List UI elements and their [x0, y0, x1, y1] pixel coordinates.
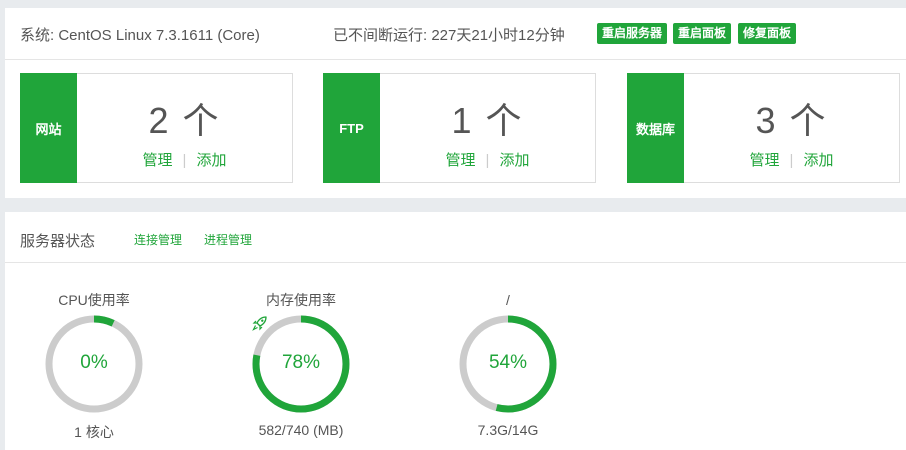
memory-gauge-ring[interactable]: 78%: [251, 314, 351, 414]
database-manage-link[interactable]: 管理: [750, 152, 780, 169]
overview-panel: 系统: CentOS Linux 7.3.1611 (Core) 已不间断运行:…: [5, 8, 906, 198]
process-manage-link[interactable]: 进程管理: [204, 231, 252, 248]
memory-usage-value: 78%: [281, 352, 321, 373]
database-count: 3 个: [755, 100, 828, 141]
cpu-usage-value: 0%: [80, 352, 108, 373]
disk-gauge: / 54% 7.3G/14G: [443, 291, 573, 438]
website-count: 2 个: [148, 100, 221, 141]
memory-gauge-title: 内存使用率: [266, 292, 336, 308]
repair-panel-button[interactable]: 修复面板: [738, 23, 797, 44]
disk-gauge-title: /: [506, 292, 510, 308]
card-tag-website: 网站: [20, 73, 77, 183]
uptime-label: 已不间断运行: 227天21小时12分钟: [333, 27, 565, 44]
database-add-link[interactable]: 添加: [803, 152, 833, 169]
ftp-card: FTP 1 个 管理 | 添加: [323, 73, 596, 183]
ftp-count: 1 个: [451, 100, 524, 141]
link-separator: |: [182, 152, 187, 169]
disk-usage-value: 54%: [488, 352, 528, 373]
database-card: 数据库 3 个 管理 | 添加: [627, 73, 900, 183]
link-separator: |: [485, 152, 490, 169]
ftp-manage-link[interactable]: 管理: [446, 152, 476, 169]
website-manage-link[interactable]: 管理: [143, 152, 173, 169]
card-tag-ftp: FTP: [323, 73, 380, 183]
os-label: 系统: CentOS Linux 7.3.1611 (Core): [20, 27, 260, 44]
link-separator: |: [789, 152, 794, 169]
disk-amount: 7.3G/14G: [477, 422, 539, 438]
connection-manage-link[interactable]: 连接管理: [134, 231, 182, 248]
restart-server-button[interactable]: 重启服务器: [597, 23, 668, 44]
disk-gauge-ring[interactable]: 54%: [458, 314, 558, 414]
cpu-gauge-ring[interactable]: 0%: [44, 314, 144, 414]
memory-amount: 582/740 (MB): [258, 422, 344, 438]
ftp-add-link[interactable]: 添加: [499, 152, 529, 169]
restart-panel-button[interactable]: 重启面板: [673, 23, 732, 44]
card-tag-database: 数据库: [627, 73, 684, 183]
rocket-icon[interactable]: [251, 314, 269, 332]
status-title: 服务器状态: [20, 233, 96, 250]
cpu-gauge: CPU使用率 0% 1 核心: [29, 291, 159, 442]
cpu-gauge-title: CPU使用率: [58, 292, 130, 308]
status-header: 服务器状态 连接管理 进程管理: [5, 212, 906, 263]
website-card: 网站 2 个 管理 | 添加: [20, 73, 293, 183]
website-add-link[interactable]: 添加: [196, 152, 226, 169]
memory-gauge: 内存使用率 78% 582/740 (MB): [236, 291, 366, 438]
cpu-cores: 1 核心: [74, 424, 114, 440]
system-info-bar: 系统: CentOS Linux 7.3.1611 (Core) 已不间断运行:…: [5, 8, 906, 60]
